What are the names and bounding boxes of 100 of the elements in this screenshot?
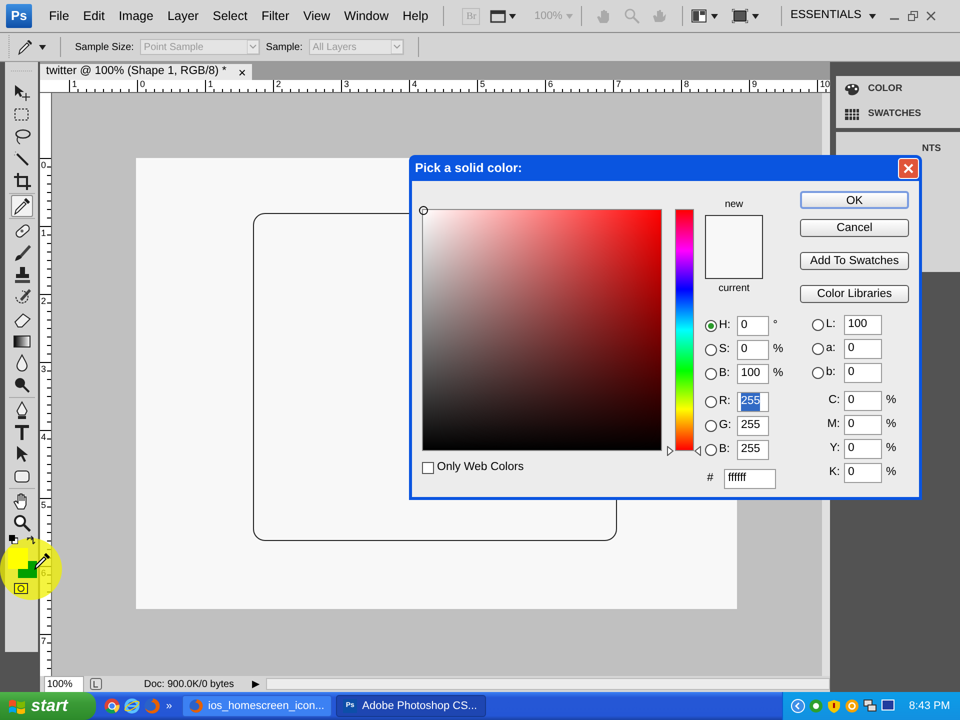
ruler-label: 3 (41, 364, 46, 374)
scrollbar[interactable] (266, 678, 830, 690)
radio-button[interactable] (705, 396, 717, 408)
menu-item[interactable]: Edit (76, 6, 112, 26)
menu-item[interactable]: File (42, 6, 76, 26)
unit-label: ° (772, 318, 778, 334)
unit-label: % (772, 342, 784, 358)
ruler-label: 3 (344, 80, 350, 89)
ruler-label: 7 (616, 80, 622, 89)
palette-icon[interactable] (844, 82, 860, 97)
grip-icon (8, 35, 11, 59)
input-field[interactable]: 0 (844, 363, 882, 383)
preview-icon[interactable] (90, 678, 102, 690)
caret-icon[interactable] (39, 44, 46, 50)
swap-colors-icon[interactable] (26, 535, 36, 545)
menu-item[interactable]: Layer (160, 6, 206, 26)
ruler-label: 5 (41, 500, 46, 510)
field-label: a: (825, 341, 837, 356)
field-label: K: (828, 465, 841, 480)
color-picker-marker[interactable] (419, 206, 428, 215)
status-menu-button[interactable]: ▶ (252, 676, 260, 692)
filmstrip-icon[interactable] (490, 9, 506, 23)
caret-icon[interactable] (509, 14, 516, 20)
menu-item[interactable]: Filter (254, 6, 296, 26)
radio-button[interactable] (705, 444, 717, 456)
input-field[interactable]: 255 (737, 392, 769, 412)
input-field[interactable]: 0 (844, 463, 882, 483)
tab-close-button[interactable]: × (238, 66, 246, 78)
menu-item[interactable]: Image (112, 6, 160, 26)
taskbar-button[interactable]: ios_homescreen_icon... (182, 695, 332, 717)
input-field[interactable]: 0 (844, 415, 882, 435)
menu-item[interactable]: Select (206, 6, 254, 26)
input-field[interactable]: 100 (844, 315, 882, 335)
input-field[interactable]: ffffff (724, 469, 776, 489)
restore-icon[interactable] (908, 11, 918, 21)
input-field[interactable]: 0 (737, 316, 769, 336)
layout-icon[interactable] (691, 9, 708, 23)
caret-icon[interactable] (869, 14, 876, 18)
field-label: Sample Size: (75, 40, 134, 54)
input-field[interactable]: 0 (844, 439, 882, 459)
preview-label: current (718, 282, 750, 296)
monitor-icon[interactable] (881, 699, 896, 713)
eyedropper-tool[interactable] (10, 195, 32, 217)
dialog-button[interactable]: Add To Swatches (800, 252, 909, 270)
tray-expand-icon[interactable] (791, 699, 806, 713)
input-field[interactable]: 255 (737, 440, 769, 460)
close-icon[interactable] (926, 11, 936, 21)
field-label: Y: (828, 441, 841, 456)
eyedropper-icon[interactable] (17, 39, 33, 55)
dialog-button[interactable]: Cancel (800, 219, 909, 237)
input-field[interactable]: 0 (737, 340, 769, 360)
menu-item[interactable]: Window (337, 6, 396, 26)
network-icon[interactable] (863, 699, 878, 713)
menu-item[interactable]: Help (396, 6, 436, 26)
radio-button[interactable] (812, 343, 824, 355)
reset-colors-icon[interactable] (9, 535, 18, 544)
caret-icon[interactable] (711, 14, 718, 18)
zoom-field[interactable]: 100% (44, 676, 84, 692)
dialog-button[interactable]: OK (800, 191, 909, 209)
panel-tab[interactable]: COLOR (868, 82, 902, 97)
windows-flag-icon (8, 698, 26, 714)
checkbox[interactable] (422, 462, 434, 474)
start-button[interactable]: start (0, 692, 96, 720)
menu-item[interactable]: View (296, 6, 338, 26)
swatches-grid-icon[interactable] (844, 107, 860, 122)
ruler-label: 1 (208, 80, 214, 89)
field-label: B: (718, 442, 731, 458)
ruler-label: 4 (41, 432, 46, 442)
panel-tab[interactable]: SWATCHES (868, 107, 922, 122)
panel-tab[interactable]: NTS (922, 143, 941, 154)
foreground-color-swatch[interactable] (8, 548, 28, 569)
field-label: b: (825, 365, 837, 380)
ruler-label: 10 (820, 80, 830, 89)
chrome-browser-icon[interactable] (104, 698, 120, 714)
close-button[interactable] (898, 158, 919, 178)
workspace-switcher[interactable]: ESSENTIALS (790, 7, 862, 25)
internet-explorer-icon[interactable] (124, 698, 140, 714)
eyedropper-icon (12, 196, 32, 216)
warning-shield-icon[interactable] (827, 699, 842, 713)
dialog-button[interactable]: Color Libraries (800, 285, 909, 303)
caret-icon[interactable] (752, 14, 760, 18)
hue-slider-thumb[interactable] (667, 446, 701, 456)
field-label: M: (826, 417, 841, 432)
input-field[interactable]: 0 (844, 391, 882, 411)
radio-button[interactable] (812, 319, 824, 331)
radio-button[interactable] (705, 368, 717, 380)
radio-button[interactable] (812, 367, 824, 379)
shield-icon[interactable] (809, 699, 824, 713)
ruler-label: 1 (72, 80, 78, 89)
radio-button[interactable] (705, 420, 717, 432)
input-field[interactable]: 0 (844, 339, 882, 359)
input-field[interactable]: 100 (737, 364, 769, 384)
quick-mask-icon[interactable] (14, 583, 28, 594)
radio-button[interactable] (705, 344, 717, 356)
more-button[interactable]: » (166, 698, 172, 714)
screen-mode-icon[interactable] (732, 9, 748, 23)
input-field[interactable]: 255 (737, 416, 769, 436)
radio-button[interactable] (705, 320, 717, 332)
firefox-browser-icon (189, 699, 204, 713)
color-field[interactable] (422, 209, 662, 451)
